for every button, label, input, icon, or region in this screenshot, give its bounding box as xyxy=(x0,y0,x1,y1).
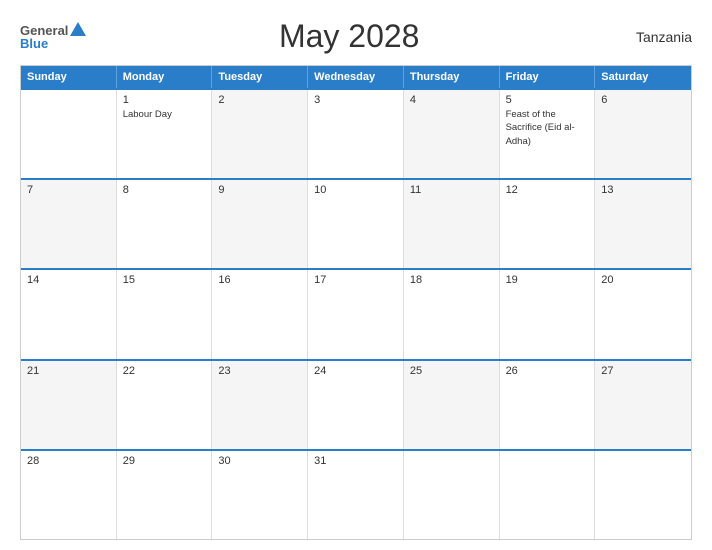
cell-w5-sat xyxy=(595,451,691,539)
cell-w2-mon: 8 xyxy=(117,180,213,268)
col-thursday: Thursday xyxy=(404,66,500,88)
day-24: 24 xyxy=(314,365,397,377)
event-labour-day: Labour Day xyxy=(123,109,172,120)
week-4: 21 22 23 24 25 26 27 xyxy=(21,359,691,449)
day-19: 19 xyxy=(506,274,589,286)
cell-w4-sun: 21 xyxy=(21,361,117,449)
week-2: 7 8 9 10 11 12 13 xyxy=(21,178,691,268)
calendar-title: May 2028 xyxy=(86,18,612,55)
cell-w4-fri: 26 xyxy=(500,361,596,449)
cell-w2-wed: 10 xyxy=(308,180,404,268)
col-wednesday: Wednesday xyxy=(308,66,404,88)
day-20: 20 xyxy=(601,274,685,286)
cell-w1-mon: 1 Labour Day xyxy=(117,90,213,178)
day-7: 7 xyxy=(27,184,110,196)
cell-w4-tue: 23 xyxy=(212,361,308,449)
cell-w4-sat: 27 xyxy=(595,361,691,449)
cell-w2-sat: 13 xyxy=(595,180,691,268)
col-saturday: Saturday xyxy=(595,66,691,88)
cell-w3-tue: 16 xyxy=(212,270,308,358)
cell-w3-wed: 17 xyxy=(308,270,404,358)
day-21: 21 xyxy=(27,365,110,377)
day-27: 27 xyxy=(601,365,685,377)
day-1: 1 xyxy=(123,94,206,106)
logo-general-text: General xyxy=(20,24,68,37)
day-30: 30 xyxy=(218,455,301,467)
logo-blue-text: Blue xyxy=(20,37,48,50)
header: General Blue May 2028 Tanzania xyxy=(20,18,692,55)
cell-w1-wed: 3 xyxy=(308,90,404,178)
cell-w1-fri: 5 Feast of the Sacrifice (Eid al-Adha) xyxy=(500,90,596,178)
day-29: 29 xyxy=(123,455,206,467)
country-label: Tanzania xyxy=(612,29,692,45)
event-eid: Feast of the Sacrifice (Eid al-Adha) xyxy=(506,109,575,147)
day-17: 17 xyxy=(314,274,397,286)
col-tuesday: Tuesday xyxy=(212,66,308,88)
day-18: 18 xyxy=(410,274,493,286)
day-3: 3 xyxy=(314,94,397,106)
cell-w2-thu: 11 xyxy=(404,180,500,268)
day-11: 11 xyxy=(410,184,493,196)
cell-w3-sat: 20 xyxy=(595,270,691,358)
week-1: 1 Labour Day 2 3 4 5 Feast of the Sacrif… xyxy=(21,88,691,178)
cell-w5-wed: 31 xyxy=(308,451,404,539)
page: General Blue May 2028 Tanzania Sunday Mo… xyxy=(0,0,712,550)
day-26: 26 xyxy=(506,365,589,377)
cell-w2-tue: 9 xyxy=(212,180,308,268)
cell-w5-thu xyxy=(404,451,500,539)
week-3: 14 15 16 17 18 19 20 xyxy=(21,268,691,358)
cell-w1-sun xyxy=(21,90,117,178)
day-25: 25 xyxy=(410,365,493,377)
cell-w1-thu: 4 xyxy=(404,90,500,178)
day-31: 31 xyxy=(314,455,397,467)
cell-w3-sun: 14 xyxy=(21,270,117,358)
col-friday: Friday xyxy=(500,66,596,88)
cell-w5-tue: 30 xyxy=(212,451,308,539)
cell-w5-fri xyxy=(500,451,596,539)
day-12: 12 xyxy=(506,184,589,196)
cell-w3-mon: 15 xyxy=(117,270,213,358)
cell-w1-tue: 2 xyxy=(212,90,308,178)
day-5: 5 xyxy=(506,94,589,106)
day-6: 6 xyxy=(601,94,685,106)
col-sunday: Sunday xyxy=(21,66,117,88)
logo-triangle-icon xyxy=(70,22,86,36)
col-monday: Monday xyxy=(117,66,213,88)
day-4: 4 xyxy=(410,94,493,106)
calendar-body: 1 Labour Day 2 3 4 5 Feast of the Sacrif… xyxy=(21,88,691,539)
day-22: 22 xyxy=(123,365,206,377)
calendar: Sunday Monday Tuesday Wednesday Thursday… xyxy=(20,65,692,540)
day-8: 8 xyxy=(123,184,206,196)
calendar-header-row: Sunday Monday Tuesday Wednesday Thursday… xyxy=(21,66,691,88)
day-28: 28 xyxy=(27,455,110,467)
day-10: 10 xyxy=(314,184,397,196)
logo: General Blue xyxy=(20,24,86,50)
day-2: 2 xyxy=(218,94,301,106)
day-9: 9 xyxy=(218,184,301,196)
cell-w3-thu: 18 xyxy=(404,270,500,358)
cell-w4-wed: 24 xyxy=(308,361,404,449)
cell-w3-fri: 19 xyxy=(500,270,596,358)
week-5: 28 29 30 31 xyxy=(21,449,691,539)
cell-w5-sun: 28 xyxy=(21,451,117,539)
day-14: 14 xyxy=(27,274,110,286)
day-15: 15 xyxy=(123,274,206,286)
day-23: 23 xyxy=(218,365,301,377)
cell-w1-sat: 6 xyxy=(595,90,691,178)
cell-w4-mon: 22 xyxy=(117,361,213,449)
day-13: 13 xyxy=(601,184,685,196)
cell-w4-thu: 25 xyxy=(404,361,500,449)
day-16: 16 xyxy=(218,274,301,286)
cell-w5-mon: 29 xyxy=(117,451,213,539)
cell-w2-sun: 7 xyxy=(21,180,117,268)
cell-w2-fri: 12 xyxy=(500,180,596,268)
